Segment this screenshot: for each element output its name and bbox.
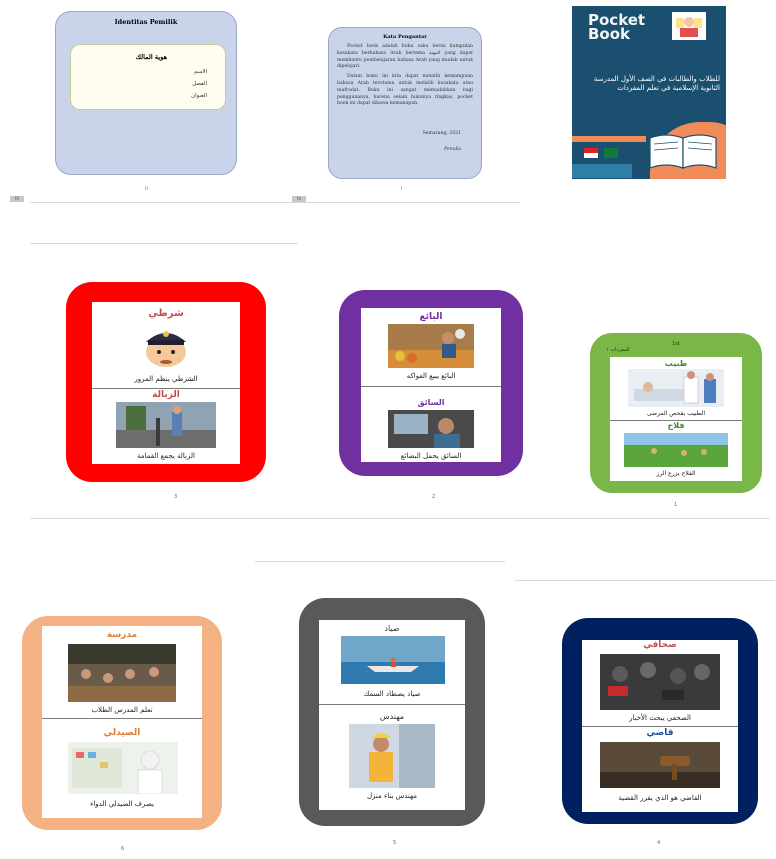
identity-page: Identitas Pemilik هوية المالك الاسم الفص… bbox=[55, 11, 237, 175]
vocab-caption: تعلم المدرس الطلاب bbox=[91, 706, 153, 714]
cover-decoration bbox=[572, 164, 632, 178]
page-badge: iii bbox=[10, 196, 24, 202]
cover-subtitle: للطلاب والطالبات في الصف الأول المدرسة ا… bbox=[593, 75, 720, 92]
cover-title-line2: Book bbox=[588, 25, 631, 43]
page-divider bbox=[30, 202, 298, 203]
vocab-card-police: شرطي الشرطي ينظم المرور الزبالة الزبالة … bbox=[66, 282, 266, 482]
vocab-word: الزبالة bbox=[152, 390, 180, 400]
vocab-word: صحافي bbox=[643, 640, 677, 650]
page-divider bbox=[30, 243, 298, 244]
section-divider bbox=[582, 726, 738, 727]
identity-field-address: العنوان bbox=[191, 93, 207, 99]
cover-title: Pocket Book bbox=[588, 13, 645, 43]
vocab-caption: الطبيب يفحص المرضى bbox=[646, 410, 706, 417]
preface-paragraph: Dalam buku ini kita dapat melatih kemamp… bbox=[337, 74, 473, 107]
page-number: 6 bbox=[121, 846, 125, 852]
vocab-word: فلاح bbox=[667, 421, 685, 430]
judge-gavel-photo bbox=[600, 742, 720, 788]
vocab-word: قاضي bbox=[646, 728, 674, 738]
vocab-word: صياد bbox=[384, 624, 400, 633]
page-number: 3 bbox=[174, 494, 178, 500]
preface-body: Pocket book adalah buku saku berisi kump… bbox=[337, 44, 473, 111]
engineer-photo bbox=[349, 724, 435, 788]
page-number: 4 bbox=[657, 840, 661, 846]
preface-place-date: Semarang, 2021 bbox=[422, 131, 461, 136]
fisherman-photo bbox=[341, 636, 445, 684]
vocab-card-journalist: صحافي الصحفي يبحث الأخبار قاضي القاضي هو… bbox=[562, 618, 758, 824]
flag-icons bbox=[584, 148, 618, 158]
page-divider bbox=[515, 580, 775, 581]
preface-signature: Penulis bbox=[444, 147, 461, 152]
card-header-word: المفردات ١ bbox=[606, 347, 630, 353]
identity-field-name: الاسم bbox=[194, 69, 207, 75]
vocab-caption: الزبالة يجمع القمامة bbox=[137, 452, 195, 460]
classroom-photo bbox=[68, 644, 176, 702]
vocab-caption: الشرطي ينظم المرور bbox=[134, 375, 198, 383]
vocab-word: مدرسة bbox=[106, 630, 138, 640]
vocab-word: مهندس bbox=[379, 712, 405, 721]
market-seller-photo bbox=[388, 324, 474, 368]
vocab-word: شرطي bbox=[148, 308, 184, 319]
page-number: ii bbox=[145, 186, 148, 192]
preface-title: Kata Pengantar bbox=[383, 34, 427, 40]
vocab-caption: البائع يبيع الفواكه bbox=[406, 372, 456, 380]
page-divider bbox=[30, 518, 770, 519]
page-badge: iv bbox=[292, 196, 306, 202]
identity-title: Identitas Pemilik bbox=[114, 18, 178, 26]
page-number: i bbox=[401, 186, 403, 192]
police-cartoon-icon bbox=[146, 331, 186, 367]
vocab-caption: الفلاح يزرع الرز bbox=[656, 470, 696, 477]
preface-page: Kata Pengantar Pocket book adalah buku s… bbox=[328, 27, 482, 179]
vocab-word: الصيدلي bbox=[103, 728, 141, 738]
vocab-caption: السائق يحمل البضائع bbox=[400, 452, 462, 460]
page-number: 5 bbox=[393, 840, 397, 846]
vocab-card-school: مدرسة تعلم المدرس الطلاب الصيدلي يصرف ال… bbox=[22, 616, 222, 830]
section-divider bbox=[319, 704, 465, 705]
vocab-card-seller: البائع البائع يبيع الفواكه السائق السائق… bbox=[339, 290, 523, 476]
street-sweeper-photo bbox=[116, 402, 216, 448]
identity-box: هوية المالك الاسم الفصل العنوان bbox=[70, 44, 226, 110]
preface-paragraph: Pocket book adalah buku saku berisi kump… bbox=[337, 44, 473, 70]
page-number: 1 bbox=[674, 502, 678, 508]
open-book-icon bbox=[649, 134, 717, 169]
farmer-photo bbox=[624, 433, 728, 467]
page-divider bbox=[292, 202, 520, 203]
cover-decoration bbox=[572, 136, 646, 142]
journalists-photo bbox=[600, 654, 720, 710]
driver-photo bbox=[388, 410, 474, 448]
section-divider bbox=[361, 386, 501, 387]
vocab-card-fisher: صياد صياد يصطاد السمك مهندس مهندس بناء م… bbox=[299, 598, 485, 826]
section-divider bbox=[42, 718, 202, 719]
vocab-caption: يصرف الصيدلي الدواء bbox=[90, 800, 154, 808]
reading-student-icon bbox=[672, 12, 706, 40]
page-divider bbox=[255, 561, 505, 562]
vocab-caption: مهندس بناء منزل bbox=[366, 792, 418, 800]
vocab-card-doctor: 1st المفردات ١ طبيب الطبيب يفحص المرضى ف… bbox=[590, 333, 762, 493]
identity-field-class: الفصل bbox=[192, 81, 207, 87]
vocab-word: طبيب bbox=[664, 359, 688, 368]
vocab-caption: الصحفي يبحث الأخبار bbox=[629, 714, 691, 722]
vocab-word: البائع bbox=[419, 312, 443, 322]
section-divider bbox=[92, 388, 240, 389]
cover-page: Pocket Book للطلاب والطالبات في الصف الأ… bbox=[572, 6, 726, 179]
doctor-photo bbox=[628, 369, 724, 407]
identity-heading: هوية المالك bbox=[135, 53, 167, 61]
vocab-caption: القاضي هو الذي يقرر القضية bbox=[618, 794, 702, 802]
page-number: 2 bbox=[432, 494, 436, 500]
vocab-caption: صياد يصطاد السمك bbox=[363, 690, 421, 698]
pharmacist-photo bbox=[68, 742, 178, 794]
vocab-word: السائق bbox=[417, 398, 445, 407]
